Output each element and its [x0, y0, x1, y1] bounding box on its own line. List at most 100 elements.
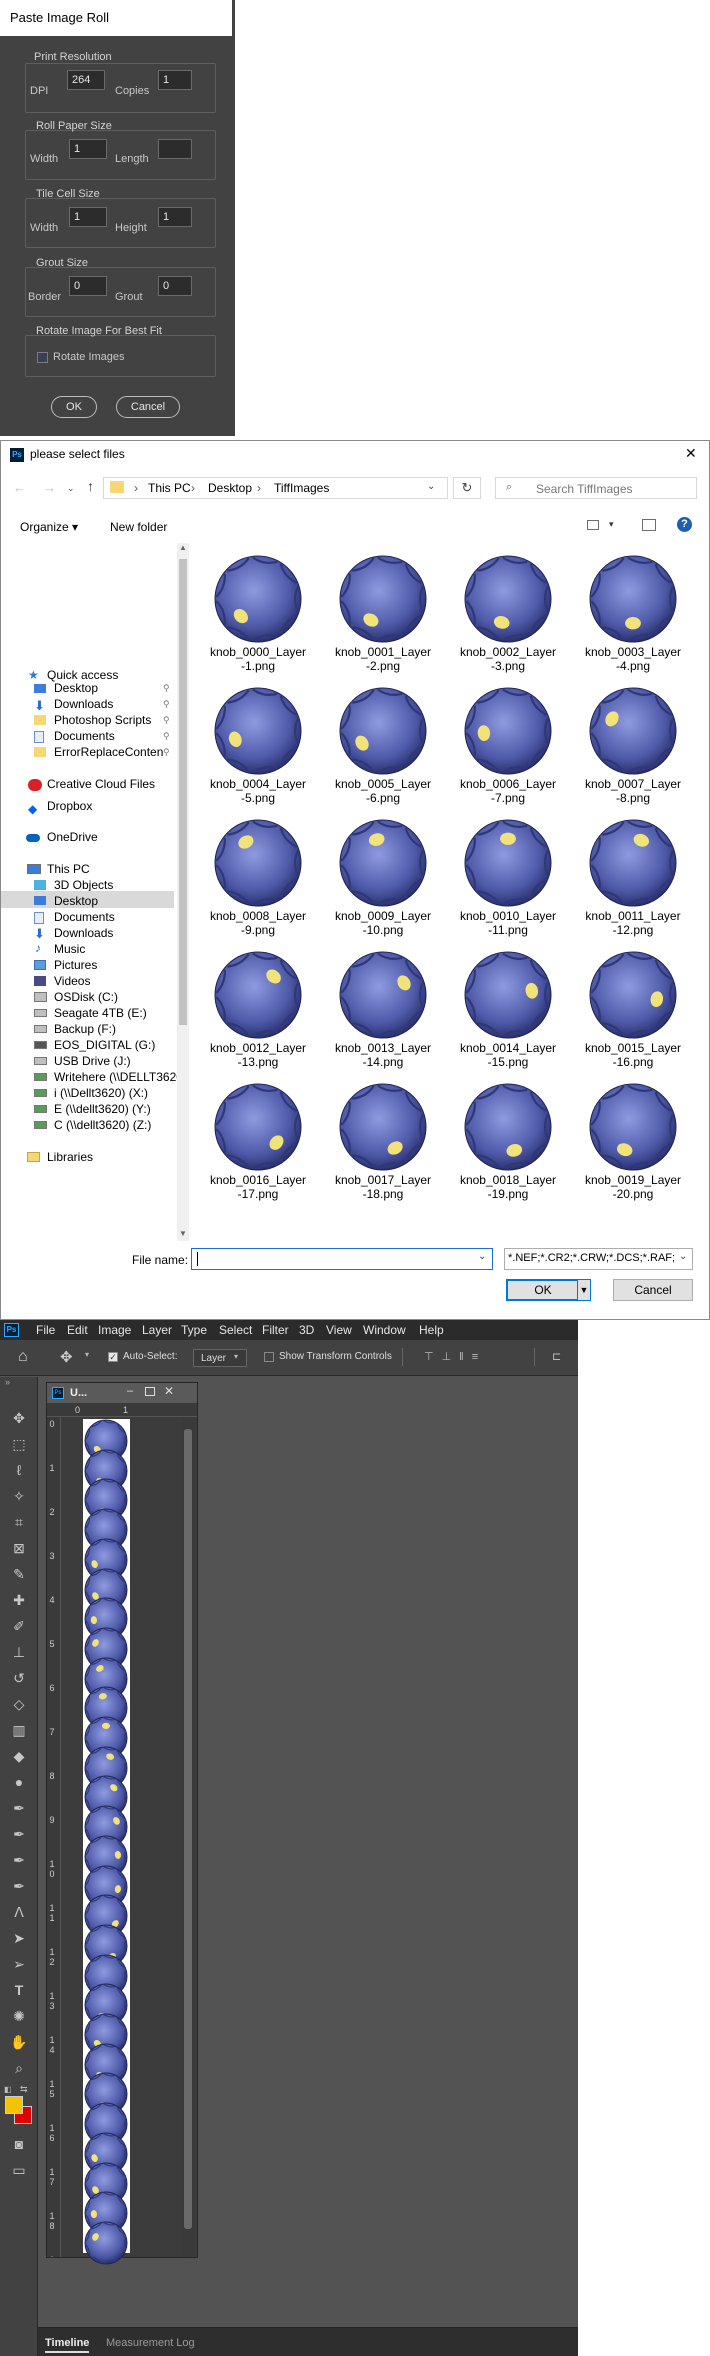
nav-scrollbar-thumb[interactable]	[179, 559, 187, 1025]
file-tile[interactable]: knob_0009_Layer -10.png	[324, 815, 442, 945]
nav-pc-seagate[interactable]: Seagate 4TB (E:)	[54, 1006, 147, 1020]
nav-pc-x-drive[interactable]: i (\\Dellt3620) (X:)	[54, 1086, 148, 1100]
help-icon[interactable]: ?	[677, 517, 692, 532]
back-arrow-icon[interactable]: ←	[13, 480, 26, 495]
canvas-image-roll[interactable]	[83, 1419, 130, 2265]
nav-creative-cloud[interactable]: Creative Cloud Files	[47, 777, 155, 791]
home-icon[interactable]: ⌂	[18, 1348, 28, 1366]
preview-pane-icon[interactable]	[642, 519, 656, 531]
file-tile[interactable]: knob_0003_Layer -4.png	[574, 551, 692, 681]
freeform-pen-icon[interactable]: ✒	[6, 1823, 32, 1845]
nav-dropbox[interactable]: Dropbox	[47, 799, 92, 813]
organize-button[interactable]: Organize ▾	[20, 520, 78, 534]
file-tile[interactable]: knob_0008_Layer -9.png	[199, 815, 317, 945]
layer-dropdown[interactable]: Layer ▾	[193, 1349, 247, 1367]
add-anchor-icon[interactable]: ✒	[6, 1875, 32, 1897]
tab-timeline[interactable]: Timeline	[45, 2337, 90, 2353]
file-tile[interactable]: knob_0019_Layer -20.png	[574, 1079, 692, 1209]
healing-brush-icon[interactable]: ✚	[6, 1589, 32, 1611]
lasso-tool-icon[interactable]: ℓ	[6, 1459, 32, 1481]
auto-select-checkbox[interactable]: ✓	[108, 1352, 118, 1362]
align-icons[interactable]: ⊤⊥‖≡	[424, 1350, 486, 1363]
blur-tool-icon[interactable]: ◆	[6, 1745, 32, 1767]
menu-select[interactable]: Select	[219, 1320, 252, 1340]
clone-stamp-icon[interactable]: ⊥	[6, 1641, 32, 1663]
menu-help[interactable]: Help	[419, 1320, 444, 1340]
dpi-input[interactable]: 264	[67, 70, 105, 90]
breadcrumb-item[interactable]: This PC	[148, 481, 191, 495]
magic-wand-icon[interactable]: ✧	[6, 1485, 32, 1507]
recent-chevron-icon[interactable]: ⌄	[67, 483, 75, 494]
file-tile[interactable]: knob_0002_Layer -3.png	[449, 551, 567, 681]
filename-input[interactable]: ⌄	[191, 1248, 493, 1270]
nav-libraries[interactable]: Libraries	[47, 1150, 93, 1164]
menu-image[interactable]: Image	[98, 1320, 131, 1340]
ok-split-arrow-icon[interactable]: ▼	[577, 1279, 591, 1301]
up-arrow-icon[interactable]: ↑	[87, 478, 94, 494]
pen-tool-icon[interactable]: ✒	[6, 1797, 32, 1819]
close-icon[interactable]: ✕	[164, 1384, 174, 1398]
screen-mode-icon[interactable]: ▭	[6, 2159, 32, 2181]
filetype-dropdown-icon[interactable]: ⌄	[679, 1251, 688, 1262]
nav-this-pc[interactable]: This PC	[47, 862, 90, 876]
distribute-icon[interactable]: ⊏	[552, 1350, 561, 1363]
file-tile[interactable]: knob_0000_Layer -1.png	[199, 551, 317, 681]
file-tile[interactable]: knob_0015_Layer -16.png	[574, 947, 692, 1077]
view-dropdown-icon[interactable]: ▾	[609, 519, 614, 530]
nav-pc-music[interactable]: Music	[54, 942, 85, 956]
custom-shape-icon[interactable]: ✺	[6, 2005, 32, 2027]
dodge-tool-icon[interactable]: ●	[6, 1771, 32, 1793]
file-tile[interactable]: knob_0016_Layer -17.png	[199, 1079, 317, 1209]
gradient-tool-icon[interactable]: ▥	[6, 1719, 32, 1741]
nav-pc-osdisk[interactable]: OSDisk (C:)	[54, 990, 118, 1004]
canvas-scrollbar-thumb[interactable]	[184, 1429, 192, 2229]
ok-button[interactable]: OK	[51, 396, 97, 418]
move-tool-icon[interactable]: ✥	[6, 1407, 32, 1429]
maximize-icon[interactable]	[145, 1387, 155, 1396]
move-tool-icon[interactable]: ✥	[60, 1348, 73, 1366]
file-tile[interactable]: knob_0006_Layer -7.png	[449, 683, 567, 813]
file-tile[interactable]: knob_0018_Layer -19.png	[449, 1079, 567, 1209]
nav-quick-desktop[interactable]: Desktop	[54, 681, 98, 695]
nav-scrollbar[interactable]: ▲ ▼	[177, 543, 189, 1241]
show-transform-checkbox[interactable]	[264, 1352, 274, 1362]
collapse-panel-icon[interactable]: »	[5, 1377, 10, 1387]
file-tile[interactable]: knob_0010_Layer -11.png	[449, 815, 567, 945]
file-tile[interactable]: knob_0017_Layer -18.png	[324, 1079, 442, 1209]
nav-pc-y-drive[interactable]: E (\\dellt3620) (Y:)	[54, 1102, 151, 1116]
paper-length-input[interactable]	[158, 139, 192, 159]
nav-pc-desktop[interactable]: Desktop	[54, 894, 98, 908]
nav-pc-writehere[interactable]: Writehere (\\DELLT3620	[54, 1070, 183, 1084]
frame-tool-icon[interactable]: ⊠	[6, 1537, 32, 1559]
filetype-select[interactable]: *.NEF;*.CR2;*.CRW;*.DCS;*.RAF; ⌄	[504, 1248, 693, 1270]
menu-filter[interactable]: Filter	[262, 1320, 289, 1340]
nav-pc-videos[interactable]: Videos	[54, 974, 90, 988]
minimize-icon[interactable]: –	[127, 1385, 133, 1397]
scroll-up-icon[interactable]: ▲	[179, 543, 187, 552]
nav-pc-pictures[interactable]: Pictures	[54, 958, 97, 972]
close-icon[interactable]: ✕	[685, 445, 697, 462]
file-tile[interactable]: knob_0014_Layer -15.png	[449, 947, 567, 1077]
menu-edit[interactable]: Edit	[67, 1320, 88, 1340]
eyedropper-icon[interactable]: ✎	[6, 1563, 32, 1585]
paper-width-input[interactable]: 1	[69, 139, 107, 159]
nav-quick-downloads[interactable]: Downloads	[54, 697, 113, 711]
nav-onedrive[interactable]: OneDrive	[47, 830, 98, 844]
file-tile[interactable]: knob_0004_Layer -5.png	[199, 683, 317, 813]
nav-quick-errorreplace[interactable]: ErrorReplaceConten	[54, 745, 163, 759]
menu-3d[interactable]: 3D	[299, 1320, 314, 1340]
direct-selection-icon[interactable]: ➢	[6, 1953, 32, 1975]
forward-arrow-icon[interactable]: →	[43, 480, 56, 495]
scroll-down-icon[interactable]: ▼	[179, 1229, 187, 1238]
file-tile[interactable]: knob_0011_Layer -12.png	[574, 815, 692, 945]
copies-input[interactable]: 1	[158, 70, 192, 90]
crop-tool-icon[interactable]: ⌗	[6, 1511, 32, 1533]
default-colors-icon[interactable]: ◧	[4, 2085, 12, 2094]
file-tile[interactable]: knob_0012_Layer -13.png	[199, 947, 317, 1077]
nav-quick-access[interactable]: Quick access	[47, 668, 118, 682]
file-tile[interactable]: knob_0007_Layer -8.png	[574, 683, 692, 813]
path-selection-icon[interactable]: ➤	[6, 1927, 32, 1949]
nav-pc-downloads[interactable]: Downloads	[54, 926, 113, 940]
tile-height-input[interactable]: 1	[158, 207, 192, 227]
ok-button[interactable]: OK	[506, 1279, 580, 1301]
